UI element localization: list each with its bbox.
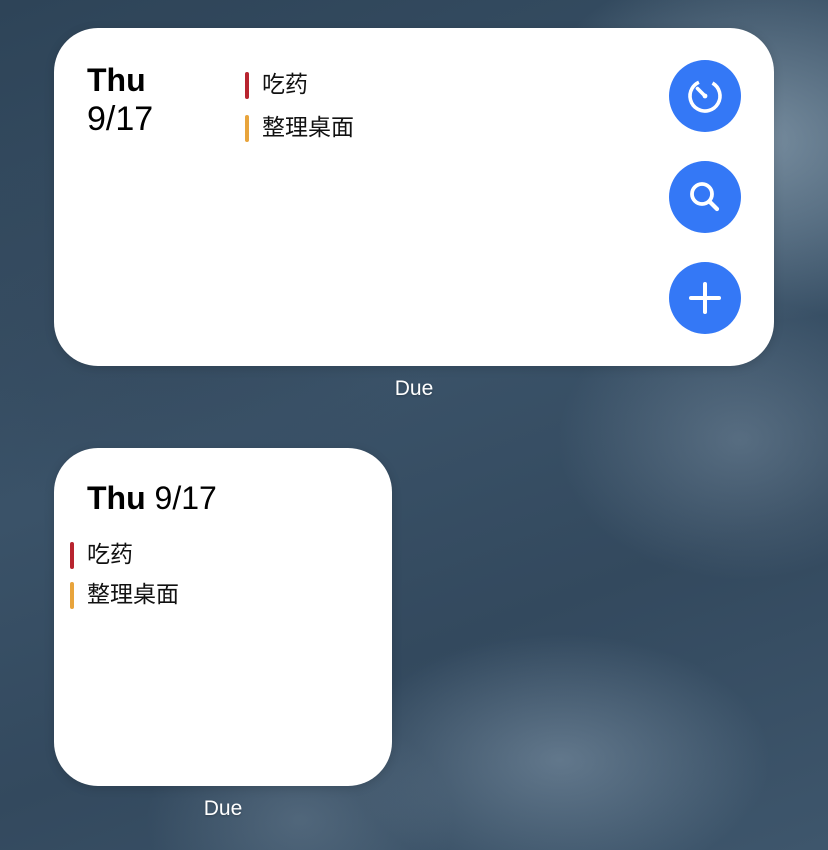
plus-icon [689,282,721,314]
timer-icon [688,79,722,113]
task-title: 整理桌面 [87,582,179,608]
priority-bar [70,541,74,569]
task-title: 吃药 [87,542,133,568]
widget-label: Due [203,797,243,820]
priority-bar [70,581,74,609]
priority-bar [245,114,249,142]
timer-button[interactable] [669,60,741,132]
search-button[interactable] [669,161,741,233]
search-icon [690,182,720,212]
task-item[interactable]: 整理桌面 [245,114,354,142]
task-item[interactable]: 吃药 [245,71,308,99]
widget-date: 9/17 [87,100,154,138]
widget-label: Due [394,377,434,400]
add-task-button[interactable] [669,262,741,334]
task-item[interactable]: 整理桌面 [70,581,179,609]
priority-bar [245,71,249,99]
task-title: 整理桌面 [262,115,354,141]
due-widget-small[interactable]: Thu 9/17 吃药 整理桌面 [54,448,392,786]
widget-day: Thu [87,62,146,98]
widget-date: 9/17 [154,480,217,516]
widget-day: Thu [87,480,146,516]
widget-header: Thu 9/17 [87,480,217,517]
task-item[interactable]: 吃药 [70,541,133,569]
task-title: 吃药 [262,72,308,98]
due-widget-medium[interactable]: Thu 9/17 吃药 整理桌面 [54,28,774,366]
